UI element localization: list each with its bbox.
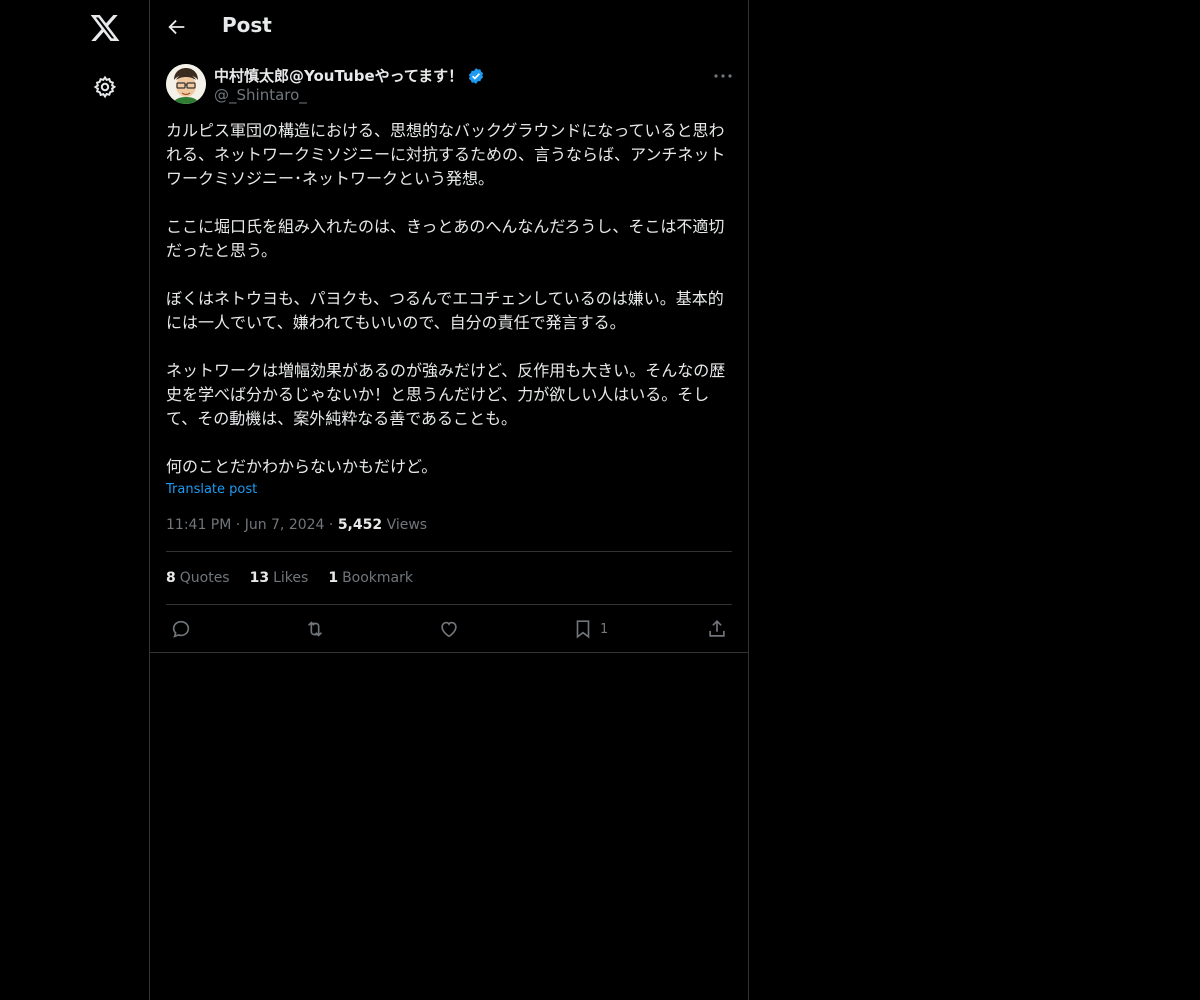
repost-button[interactable] [304, 618, 326, 640]
verified-badge-icon [469, 67, 484, 84]
more-options-icon[interactable] [712, 68, 734, 84]
author-name[interactable]: 中村慎太郎@YouTubeやってます！ [214, 65, 485, 86]
reply-icon [172, 620, 190, 638]
left-nav [0, 0, 149, 1000]
likes-stat[interactable]: 13 Likes [250, 570, 309, 586]
likes-label: Likes [273, 570, 309, 586]
post-time[interactable]: 11:41 PM [166, 517, 231, 533]
post-date[interactable]: Jun 7, 2024 [245, 517, 325, 533]
post-stats: 8 Quotes 13 Likes 1 Bookmark [166, 570, 413, 586]
heart-icon [441, 621, 457, 638]
translate-post-link[interactable]: Translate post [166, 482, 257, 497]
divider [166, 604, 732, 605]
gear-icon[interactable] [93, 75, 117, 99]
likes-count: 13 [249, 570, 270, 586]
quotes-label: Quotes [179, 570, 230, 586]
post-column: Post 中村慎太郎@YouTubeやってます！ @_Shintaro_ カルピ… [149, 0, 749, 1000]
post-text: カルピス軍団の構造における、思想的なバックグラウンドになっていると思われる、ネッ… [166, 121, 726, 476]
quotes-count: 8 [166, 570, 176, 586]
views-label: Views [386, 517, 428, 533]
bookmarks-stat[interactable]: 1 Bookmark [328, 570, 413, 586]
share-icon [709, 620, 725, 637]
bookmark-count: 1 [600, 621, 609, 637]
bookmark-icon [576, 620, 590, 639]
reply-button[interactable] [170, 618, 192, 640]
x-logo-icon[interactable] [89, 12, 121, 44]
like-button[interactable] [438, 618, 460, 640]
bookmarks-label: Bookmark [342, 570, 413, 586]
views-count: 5,452 [337, 517, 383, 533]
divider [150, 652, 748, 653]
post-header: Post [150, 0, 748, 53]
bookmark-button[interactable]: 1 [572, 618, 608, 640]
post-meta: 11:41 PM · Jun 7, 2024 · 5,452 Views [166, 517, 427, 533]
avatar[interactable] [166, 64, 206, 104]
share-button[interactable] [706, 618, 728, 640]
author-handle[interactable]: @_Shintaro_ [214, 86, 307, 104]
page-title: Post [222, 13, 272, 37]
bookmarks-count: 1 [328, 570, 339, 586]
meta-separator: · [328, 517, 338, 533]
quotes-stat[interactable]: 8 Quotes [166, 570, 230, 586]
author-name-text[interactable]: 中村慎太郎@YouTubeやってます！ [214, 65, 463, 86]
back-arrow-icon[interactable] [166, 16, 188, 38]
action-bar: 1 [150, 606, 748, 652]
meta-separator: · [235, 517, 245, 533]
repost-icon [307, 621, 323, 637]
divider [166, 551, 732, 552]
